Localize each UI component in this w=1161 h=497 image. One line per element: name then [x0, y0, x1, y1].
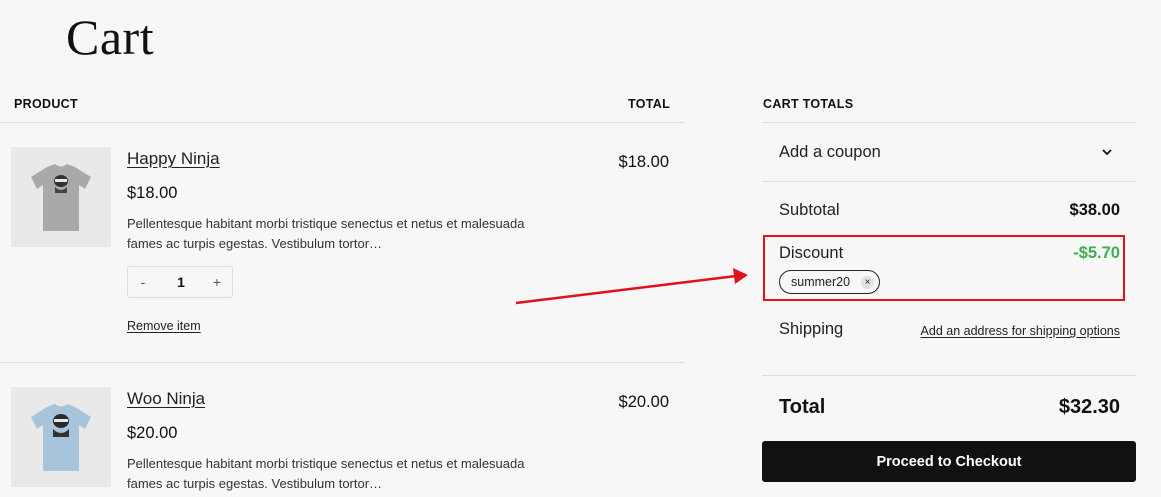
remove-coupon-icon[interactable]: × — [861, 276, 874, 289]
product-name-link[interactable]: Woo Ninja — [127, 389, 205, 409]
product-description: Pellentesque habitant morbi tristique se… — [127, 456, 525, 491]
discount-label: Discount — [779, 244, 844, 262]
product-price: $20.00 — [127, 424, 178, 442]
discount-value: -$5.70 — [1073, 244, 1120, 262]
shipping-label: Shipping — [779, 320, 844, 338]
product-thumbnail-happy-ninja[interactable] — [11, 147, 111, 247]
coupon-chip: summer20 × — [779, 270, 880, 294]
subtotal-value: $38.00 — [1069, 201, 1120, 219]
line-total: $18.00 — [618, 153, 669, 171]
remove-item-link[interactable]: Remove item — [127, 319, 201, 333]
coupon-code: summer20 — [791, 275, 851, 289]
product-price: $18.00 — [127, 184, 178, 202]
decrease-quantity-button[interactable]: - — [128, 267, 158, 297]
product-name-link[interactable]: Happy Ninja — [127, 149, 220, 169]
line-total: $20.00 — [618, 393, 669, 411]
chevron-down-icon — [1102, 149, 1112, 156]
total-value: $32.30 — [1058, 396, 1120, 418]
coupon-divider — [762, 181, 1136, 182]
total-label: Total — [779, 396, 826, 418]
total-column-header: TOTAL — [628, 97, 671, 111]
product-thumbnail-woo-ninja[interactable] — [11, 387, 111, 487]
product-description: Pellentesque habitant morbi tristique se… — [127, 216, 525, 251]
cart-totals-heading: CART TOTALS — [763, 97, 854, 111]
tshirt-icon — [31, 164, 91, 231]
total-divider — [762, 375, 1136, 376]
item-divider — [0, 362, 685, 363]
product-column-header: PRODUCT — [14, 97, 78, 111]
proceed-to-checkout-button[interactable]: Proceed to Checkout — [762, 441, 1136, 482]
quantity-value[interactable]: 1 — [164, 267, 198, 297]
coupon-label: Add a coupon — [779, 143, 881, 161]
quantity-stepper[interactable]: - 1 + — [127, 266, 233, 298]
table-header-divider — [0, 122, 685, 123]
increase-quantity-button[interactable]: + — [202, 267, 232, 297]
tshirt-icon — [31, 404, 91, 471]
coupon-toggle[interactable]: Add a coupon — [762, 124, 1136, 180]
page-title: Cart — [66, 9, 155, 65]
subtotal-label: Subtotal — [779, 201, 840, 219]
totals-header-divider — [762, 122, 1136, 123]
shipping-address-link[interactable]: Add an address for shipping options — [921, 324, 1120, 338]
